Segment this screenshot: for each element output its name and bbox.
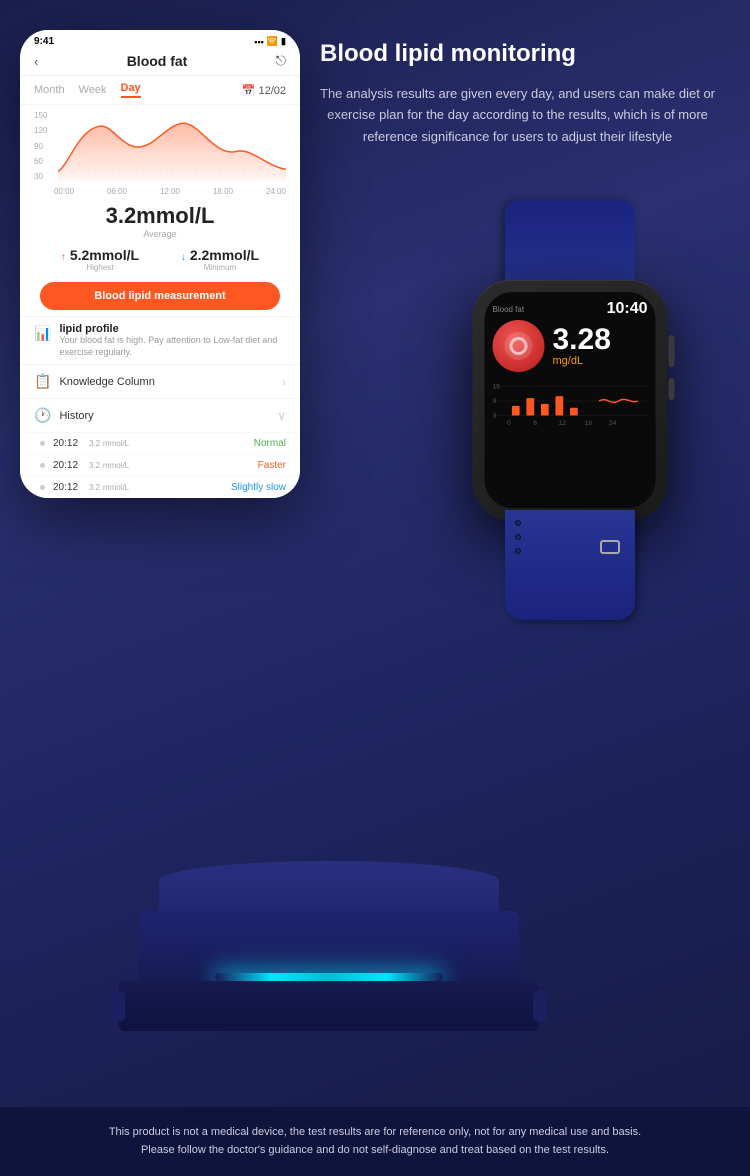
- watch-label: Blood fat: [493, 305, 525, 314]
- knowledge-row[interactable]: 📋 Knowledge Column ›: [20, 364, 300, 398]
- watch-unit: mg/dL: [553, 355, 648, 367]
- highest-label: Highest: [61, 263, 139, 272]
- tab-week[interactable]: Week: [79, 84, 107, 96]
- lipid-content: lipid profile Your blood fat is high. Pa…: [59, 323, 286, 358]
- history-time-1: 20:12: [53, 438, 89, 449]
- watch-screen: Blood fat 10:40 3.28 mg/dL: [485, 292, 656, 508]
- svg-text:0: 0: [507, 420, 511, 426]
- watch-value-section: 3.28 mg/dL: [553, 325, 648, 367]
- measure-button[interactable]: Blood lipid measurement: [40, 282, 280, 310]
- lipid-title: lipid profile: [59, 323, 286, 335]
- history-label: History: [59, 410, 269, 422]
- watch-mini-chart: 15 9 3 0 6 12 18 24: [493, 376, 648, 426]
- highest-arrow-icon: ↑: [61, 252, 66, 263]
- average-value: 3.2mmol/L: [20, 203, 300, 229]
- history-dot-3: [40, 485, 45, 490]
- back-button[interactable]: ‹: [34, 54, 38, 69]
- platform-handle-left: [111, 991, 125, 1021]
- watch-side-button-2[interactable]: [669, 378, 675, 400]
- history-chevron-icon: ∨: [277, 409, 286, 423]
- phone-mockup: 9:41 ▪▪▪ 🛜 ▮ ‹ Blood fat ⎋ Month Week Da…: [20, 30, 300, 498]
- platform-middle: [139, 911, 519, 991]
- history-value-3: 3.2 mmol/L: [89, 482, 231, 493]
- lipid-icon: 📊: [34, 325, 51, 342]
- watch-body: Blood fat 10:40 3.28 mg/dL: [473, 280, 668, 520]
- svg-text:18: 18: [585, 420, 593, 426]
- watch-side-button-1[interactable]: [669, 335, 675, 367]
- chart-area: 150 120 90 60 30: [20, 105, 300, 195]
- platform-base: [99, 861, 559, 1081]
- tab-month[interactable]: Month: [34, 84, 65, 96]
- platform-light-bar: [215, 973, 443, 981]
- history-time-3: 20:12: [53, 482, 89, 493]
- chart-y-labels: 150 120 90 60 30: [34, 111, 47, 181]
- share-button[interactable]: ⎋: [276, 53, 286, 69]
- knowledge-label: Knowledge Column: [59, 376, 274, 388]
- history-dot-2: [40, 463, 45, 468]
- history-value-1: 3.2 mmol/L: [89, 438, 254, 449]
- watch-content-row: 3.28 mg/dL: [493, 320, 648, 372]
- history-status-2: Faster: [258, 460, 286, 471]
- feature-description: The analysis results are given every day…: [320, 83, 715, 147]
- watch-time: 10:40: [607, 300, 648, 318]
- svg-text:12: 12: [558, 420, 566, 426]
- svg-text:3: 3: [493, 412, 497, 419]
- history-value-2: 3.2 mmol/L: [89, 460, 258, 471]
- feature-title: Blood lipid monitoring: [320, 40, 715, 69]
- history-icon: 🕐: [34, 407, 51, 424]
- history-status-1: Normal: [254, 438, 286, 449]
- watch-strap-top: [505, 200, 635, 290]
- signal-icon: ▪▪▪: [254, 37, 264, 47]
- stat-minimum: ↓ 2.2mmol/L Minimum: [181, 247, 259, 272]
- history-item-1: 20:12 3.2 mmol/L Normal: [20, 432, 300, 454]
- history-dot-1: [40, 441, 45, 446]
- disclaimer: This product is not a medical device, th…: [0, 1107, 750, 1176]
- history-item-3: 20:12 3.2 mmol/L Slightly slow: [20, 476, 300, 498]
- knowledge-arrow-icon: ›: [282, 375, 286, 389]
- platform-handle-right: [533, 991, 547, 1021]
- wifi-icon: 🛜: [267, 36, 278, 47]
- minimum-arrow-icon: ↓: [181, 252, 186, 263]
- blood-fat-chart: [58, 109, 286, 184]
- watch-lipid-icon: [493, 320, 545, 372]
- disclaimer-line2: Please follow the doctor's guidance and …: [30, 1141, 720, 1160]
- phone-status-bar: 9:41 ▪▪▪ 🛜 ▮: [20, 30, 300, 49]
- history-time-2: 20:12: [53, 460, 89, 471]
- stats-main: 3.2mmol/L Average: [20, 195, 300, 243]
- svg-text:6: 6: [533, 420, 537, 426]
- stats-row: ↑ 5.2mmol/L Highest ↓ 2.2mmol/L Minimum: [20, 243, 300, 276]
- watch-circle-ring: [510, 337, 528, 355]
- chart-fill: [58, 123, 286, 181]
- chart-x-labels: 00:00 06:00 12:00 18:00 24:00: [34, 187, 286, 196]
- watch-strap-bottom: [505, 510, 635, 620]
- history-item-2: 20:12 3.2 mmol/L Faster: [20, 454, 300, 476]
- history-status-3: Slightly slow: [231, 482, 286, 493]
- status-time: 9:41: [34, 36, 54, 47]
- phone-header: ‹ Blood fat ⎋: [20, 49, 300, 76]
- svg-text:9: 9: [493, 398, 497, 405]
- phone-tabs: Month Week Day 📅 12/02: [20, 76, 300, 105]
- screen-title: Blood fat: [127, 53, 188, 69]
- watch-inner-circle: [505, 332, 533, 360]
- average-label: Average: [20, 229, 300, 239]
- svg-text:15: 15: [493, 383, 501, 390]
- watch-main-value: 3.28: [553, 325, 648, 355]
- tab-date: 📅 12/02: [242, 84, 286, 97]
- lipid-desc: Your blood fat is high. Pay attention to…: [59, 335, 286, 358]
- lipid-profile-section: 📊 lipid profile Your blood fat is high. …: [20, 316, 300, 364]
- smartwatch-container: Blood fat 10:40 3.28 mg/dL: [400, 200, 740, 720]
- tab-day[interactable]: Day: [121, 82, 141, 98]
- disclaimer-line1: This product is not a medical device, th…: [30, 1123, 720, 1142]
- watch-screen-header: Blood fat 10:40: [493, 300, 648, 318]
- svg-text:24: 24: [609, 420, 617, 426]
- battery-icon: ▮: [281, 36, 286, 47]
- platform-bottom: [119, 981, 539, 1031]
- status-icons: ▪▪▪ 🛜 ▮: [254, 36, 286, 47]
- history-row[interactable]: 🕐 History ∨: [20, 398, 300, 432]
- minimum-label: Minimum: [181, 263, 259, 272]
- knowledge-icon: 📋: [34, 373, 51, 390]
- watch-buckle: [600, 540, 620, 554]
- stat-highest: ↑ 5.2mmol/L Highest: [61, 247, 139, 272]
